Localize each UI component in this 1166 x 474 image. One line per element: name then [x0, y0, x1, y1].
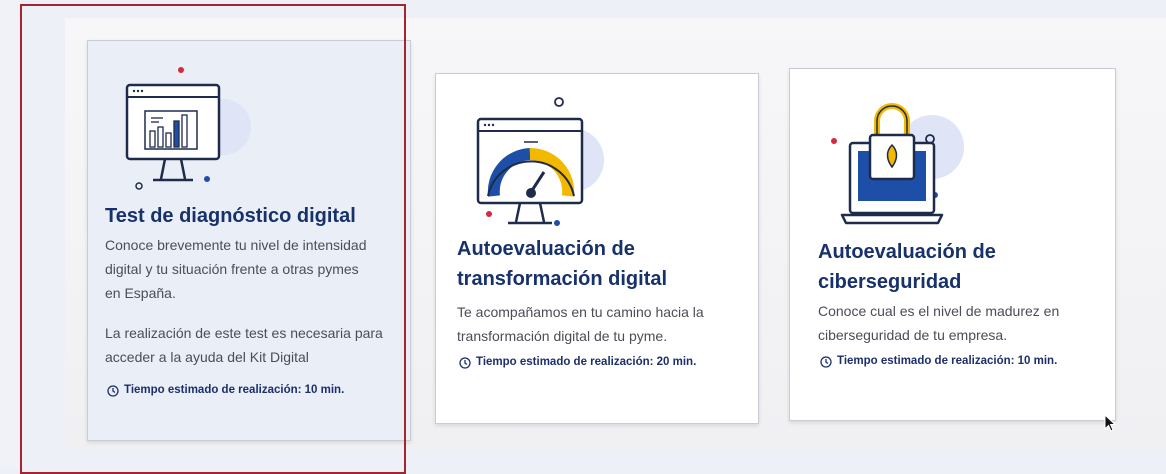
estimated-time-label: Tiempo estimado de realización: 10 min.	[124, 384, 345, 396]
laptop-padlock-icon	[831, 103, 964, 225]
estimated-time: Tiempo estimado de realización: 20 min.	[459, 356, 719, 369]
estimated-time-label: Tiempo estimado de realización: 20 min.	[476, 356, 697, 368]
card-title: Autoevaluación de transformación digital	[457, 238, 668, 290]
card-autoevaluacion-transformacion[interactable]: Autoevaluación de transformación digital…	[435, 73, 759, 424]
card-test-diagnostico[interactable]: Test de diagnóstico digital Conoce breve…	[87, 40, 411, 441]
clock-icon	[107, 385, 119, 397]
card-description: Conoce brevemente tu nivel de intensidad…	[105, 237, 367, 301]
card-autoevaluacion-ciberseguridad[interactable]: Autoevaluación de ciberseguridad Conoce …	[789, 68, 1116, 421]
estimated-time: Tiempo estimado de realización: 10 min.	[820, 355, 1080, 368]
card-note: La realización de este test es necesaria…	[105, 325, 383, 365]
card-title: Autoevaluación de ciberseguridad	[818, 241, 996, 293]
monitor-bar-chart-icon	[125, 67, 251, 190]
mouse-cursor-icon	[1104, 414, 1116, 432]
card-row: Test de diagnóstico digital Conoce breve…	[65, 18, 1166, 450]
left-margin	[0, 0, 20, 469]
card-description: Te acompañamos en tu camino hacia la tra…	[457, 304, 704, 344]
card-title: Test de diagnóstico digital	[105, 205, 356, 227]
monitor-gauge-icon	[476, 97, 604, 226]
estimated-time: Tiempo estimado de realización: 10 min.	[107, 384, 347, 397]
card-description: Conoce cual es el nivel de madurez en ci…	[818, 303, 1060, 343]
clock-icon	[820, 356, 832, 368]
estimated-time-label: Tiempo estimado de realización: 10 min.	[837, 355, 1058, 367]
clock-icon	[459, 357, 471, 369]
